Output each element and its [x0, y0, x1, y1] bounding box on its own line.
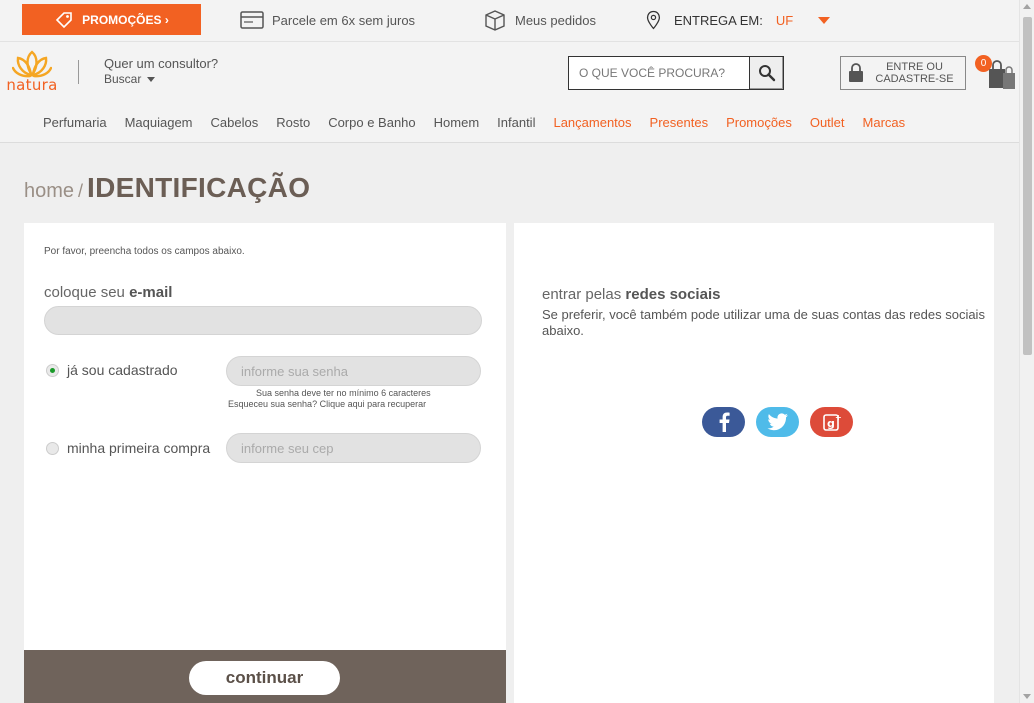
nav-item-presentes[interactable]: Presentes [641, 115, 718, 130]
search-button[interactable] [749, 57, 783, 89]
search-icon [758, 65, 775, 82]
natura-flower-icon [12, 50, 52, 78]
search-box [568, 56, 784, 90]
email-label-text: coloque seu [44, 284, 130, 301]
shopping-cart[interactable]: 0 [975, 55, 1019, 91]
installments-info[interactable]: Parcele em 6x sem juros [239, 9, 415, 31]
google-plus-login-button[interactable]: g + [810, 407, 853, 437]
social-login-title: entrar pelas redes sociais [542, 286, 720, 303]
nav-item-corpo-e-banho[interactable]: Corpo e Banho [319, 115, 424, 130]
password-field[interactable] [226, 356, 481, 386]
forgot-password-link[interactable]: Esqueceu sua senha? Clique aqui para rec… [228, 399, 426, 409]
header: natura Quer um consultor? Buscar ENTRE O… [0, 42, 1019, 143]
search-input[interactable] [569, 57, 749, 89]
email-label-bold: e-mail [129, 284, 173, 301]
divider [78, 60, 79, 84]
svg-text:g: g [827, 417, 835, 430]
tag-icon [56, 11, 72, 28]
page-scrollbar[interactable] [1019, 0, 1034, 703]
category-nav: Perfumaria Maquiagem Cabelos Rosto Corpo e B… [34, 115, 914, 130]
my-orders-label: Meus pedidos [515, 12, 596, 28]
facebook-login-button[interactable] [702, 407, 745, 437]
facebook-icon [719, 412, 730, 432]
svg-text:+: + [835, 413, 842, 422]
scroll-down-arrow-icon[interactable] [1023, 694, 1031, 699]
identification-form-panel: Por favor, preencha todos os campos abai… [24, 223, 506, 703]
lock-icon [849, 63, 863, 82]
nav-item-cabelos[interactable]: Cabelos [202, 115, 268, 130]
email-label: coloque seu e-mail [44, 284, 172, 301]
cep-field[interactable] [226, 433, 481, 463]
scrollbar-thumb[interactable] [1023, 17, 1032, 355]
nav-item-maquiagem[interactable]: Maquiagem [116, 115, 202, 130]
nav-item-homem[interactable]: Homem [425, 115, 489, 130]
breadcrumb-separator: / [78, 181, 84, 201]
radio-already-registered-label: já sou cadastrado [67, 362, 178, 378]
social-title-bold: redes sociais [625, 286, 721, 303]
radio-first-purchase[interactable]: minha primeira compra [46, 440, 210, 456]
social-login-panel: entrar pelas redes sociais Se preferir, … [514, 223, 994, 703]
consultant-search-label: Buscar [104, 72, 142, 86]
form-instruction: Por favor, preencha todos os campos abai… [44, 246, 245, 257]
scroll-up-arrow-icon[interactable] [1023, 4, 1031, 9]
breadcrumb: home / IDENTIFICAÇÃO [24, 172, 310, 204]
consultant-title: Quer um consultor? [104, 56, 219, 71]
nav-item-rosto[interactable]: Rosto [267, 115, 319, 130]
my-orders-link[interactable]: Meus pedidos [482, 9, 596, 31]
delivery-label: ENTREGA EM: [674, 12, 763, 28]
nav-item-infantil[interactable]: Infantil [488, 115, 544, 130]
top-bar: PROMOÇÕES › Parcele em 6x sem juros Meus… [0, 0, 1019, 42]
nav-item-marcas[interactable]: Marcas [854, 115, 915, 130]
delivery-location-selector[interactable]: ENTREGA EM: UF [645, 9, 831, 31]
radio-first-purchase-label: minha primeira compra [67, 440, 211, 456]
radio-button-unchecked[interactable] [46, 441, 59, 455]
social-login-description: Se preferir, você também pode utilizar u… [542, 307, 985, 338]
radio-button-checked[interactable] [46, 363, 59, 377]
nav-item-promoções[interactable]: Promoções [717, 115, 801, 130]
delivery-uf: UF [775, 12, 794, 28]
location-pin-icon [646, 10, 661, 30]
promotions-label: PROMOÇÕES › [82, 12, 169, 27]
login-line-2: CADASTRE-SE [875, 73, 954, 85]
twitter-login-button[interactable] [756, 407, 799, 437]
social-buttons: g + [702, 407, 853, 437]
google-plus-icon: g + [822, 413, 842, 431]
email-field[interactable] [44, 306, 482, 335]
continue-button[interactable]: continuar [189, 661, 340, 695]
nav-item-outlet[interactable]: Outlet [801, 115, 854, 130]
login-register-label: ENTRE OU CADASTRE-SE [864, 61, 965, 85]
page-title: IDENTIFICAÇÃO [87, 172, 311, 203]
radio-already-registered[interactable]: já sou cadastrado [46, 362, 178, 378]
chevron-down-icon [818, 16, 831, 24]
login-line-1: ENTRE OU [886, 61, 943, 73]
cart-count-badge: 0 [975, 55, 992, 72]
credit-card-icon [240, 11, 264, 29]
breadcrumb-home-link[interactable]: home [24, 180, 74, 203]
promotions-button[interactable]: PROMOÇÕES › [22, 4, 201, 35]
nav-item-perfumaria[interactable]: Perfumaria [34, 115, 116, 130]
consultant-search-dropdown[interactable]: Buscar [104, 72, 218, 86]
social-title-text: entrar pelas [542, 286, 626, 303]
natura-logo[interactable]: natura [3, 49, 61, 97]
box-icon [485, 10, 505, 31]
twitter-icon [766, 413, 788, 431]
password-hint: Sua senha deve ter no mínimo 6 caractere… [256, 388, 431, 398]
form-footer-bar: continuar [24, 650, 506, 703]
nav-item-lançamentos[interactable]: Lançamentos [544, 115, 640, 130]
installments-label: Parcele em 6x sem juros [272, 12, 416, 28]
login-register-button[interactable]: ENTRE OU CADASTRE-SE [840, 56, 966, 90]
caret-down-icon [147, 76, 156, 82]
consultant-finder[interactable]: Quer um consultor? Buscar [104, 56, 218, 86]
logo-text: natura [6, 76, 58, 94]
